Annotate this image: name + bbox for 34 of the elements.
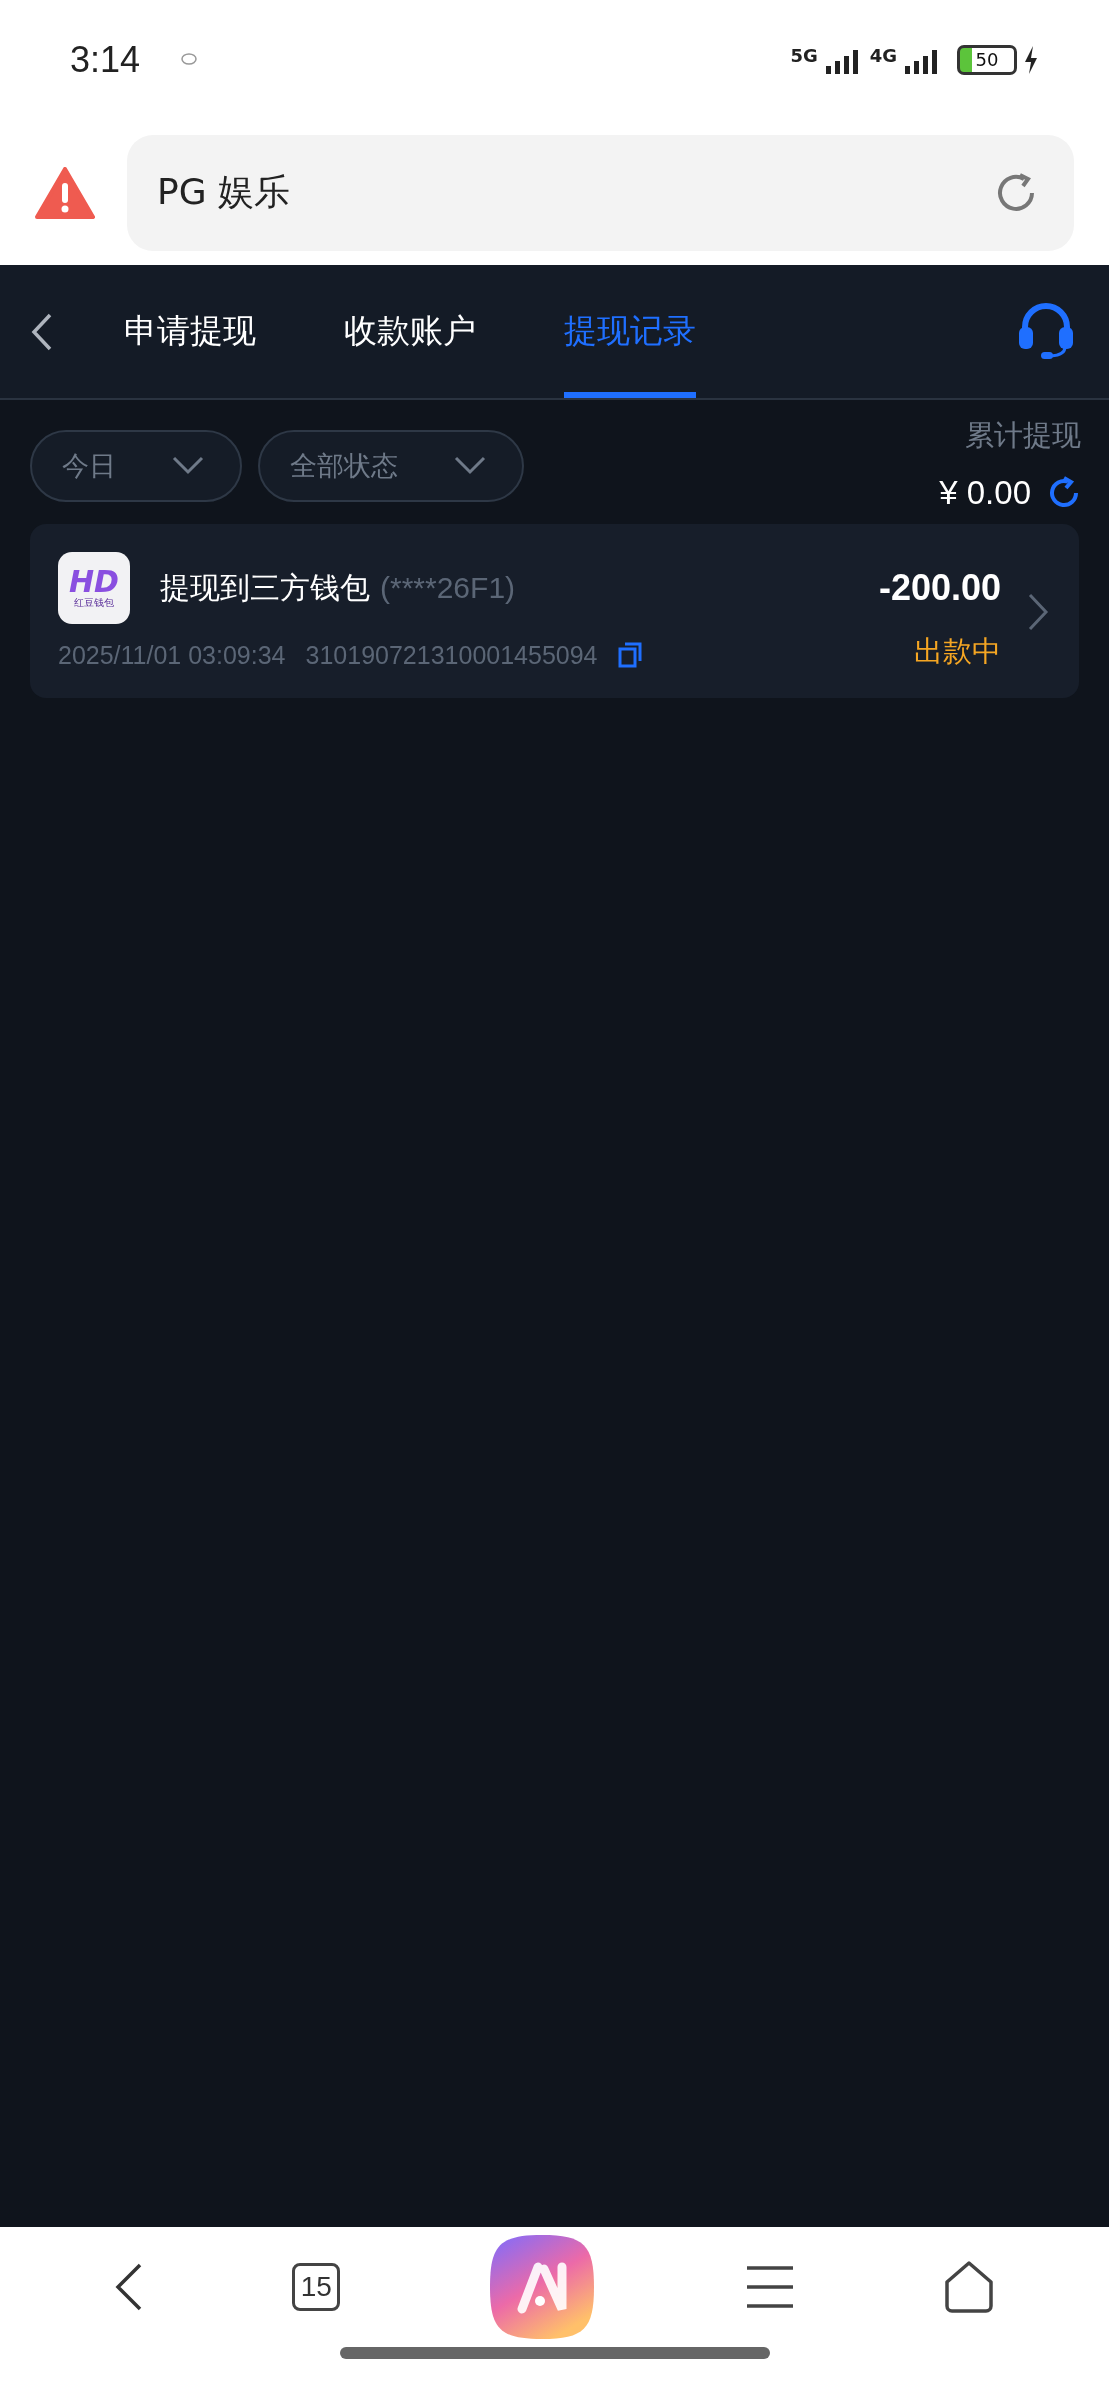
filter-dropdown[interactable]: 全部状态 xyxy=(258,430,524,502)
record-title: 提现到三方钱包 xyxy=(160,568,370,607)
order-number: 310190721310001455094 xyxy=(305,640,598,670)
wallet-logo: HD 红豆钱包 xyxy=(58,552,130,624)
charging-icon xyxy=(1023,46,1039,74)
record-status: 出款中 xyxy=(914,633,1001,670)
network-label: 5G xyxy=(790,45,818,66)
battery-indicator: 50 xyxy=(957,45,1017,75)
status-time: 3:14 xyxy=(70,39,141,81)
chat-icon xyxy=(180,52,199,68)
chevron-right-icon xyxy=(1027,592,1049,632)
refresh-icon[interactable] xyxy=(1047,476,1081,510)
network-label: 4G xyxy=(869,45,897,66)
tab[interactable]: 申请提现 xyxy=(124,265,256,398)
filter-dropdown[interactable]: 今日 xyxy=(30,430,242,502)
tab-count-button[interactable]: 15 xyxy=(292,2263,341,2311)
record-amount: -200.00 xyxy=(878,567,1001,609)
summary-label: 累计提现 xyxy=(965,417,1081,454)
copy-icon[interactable] xyxy=(617,642,642,668)
app-icon[interactable] xyxy=(488,2233,597,2341)
record-card[interactable]: HD 红豆钱包 提现到三方钱包 (****26F1) -200.00 2025/11/01 03:09:34 310190721310001455094 出款中 xyxy=(30,524,1079,698)
chevron-down-icon xyxy=(454,456,486,476)
warning-icon xyxy=(35,166,95,219)
page-title: PG 娱乐 xyxy=(157,170,291,214)
menu-icon[interactable] xyxy=(744,2264,795,2310)
summary-amount: ¥ 0.00 xyxy=(939,474,1031,512)
tab[interactable]: 提现记录 xyxy=(564,265,696,398)
home-icon[interactable] xyxy=(942,2260,995,2314)
account-number: (****26F1) xyxy=(380,571,516,605)
chevron-down-icon xyxy=(172,456,204,476)
back-icon[interactable] xyxy=(30,311,54,352)
tab[interactable]: 收款账户 xyxy=(344,265,476,398)
record-time: 2025/11/01 03:09:34 xyxy=(58,640,286,670)
address-bar[interactable]: PG 娱乐 xyxy=(127,134,1074,251)
